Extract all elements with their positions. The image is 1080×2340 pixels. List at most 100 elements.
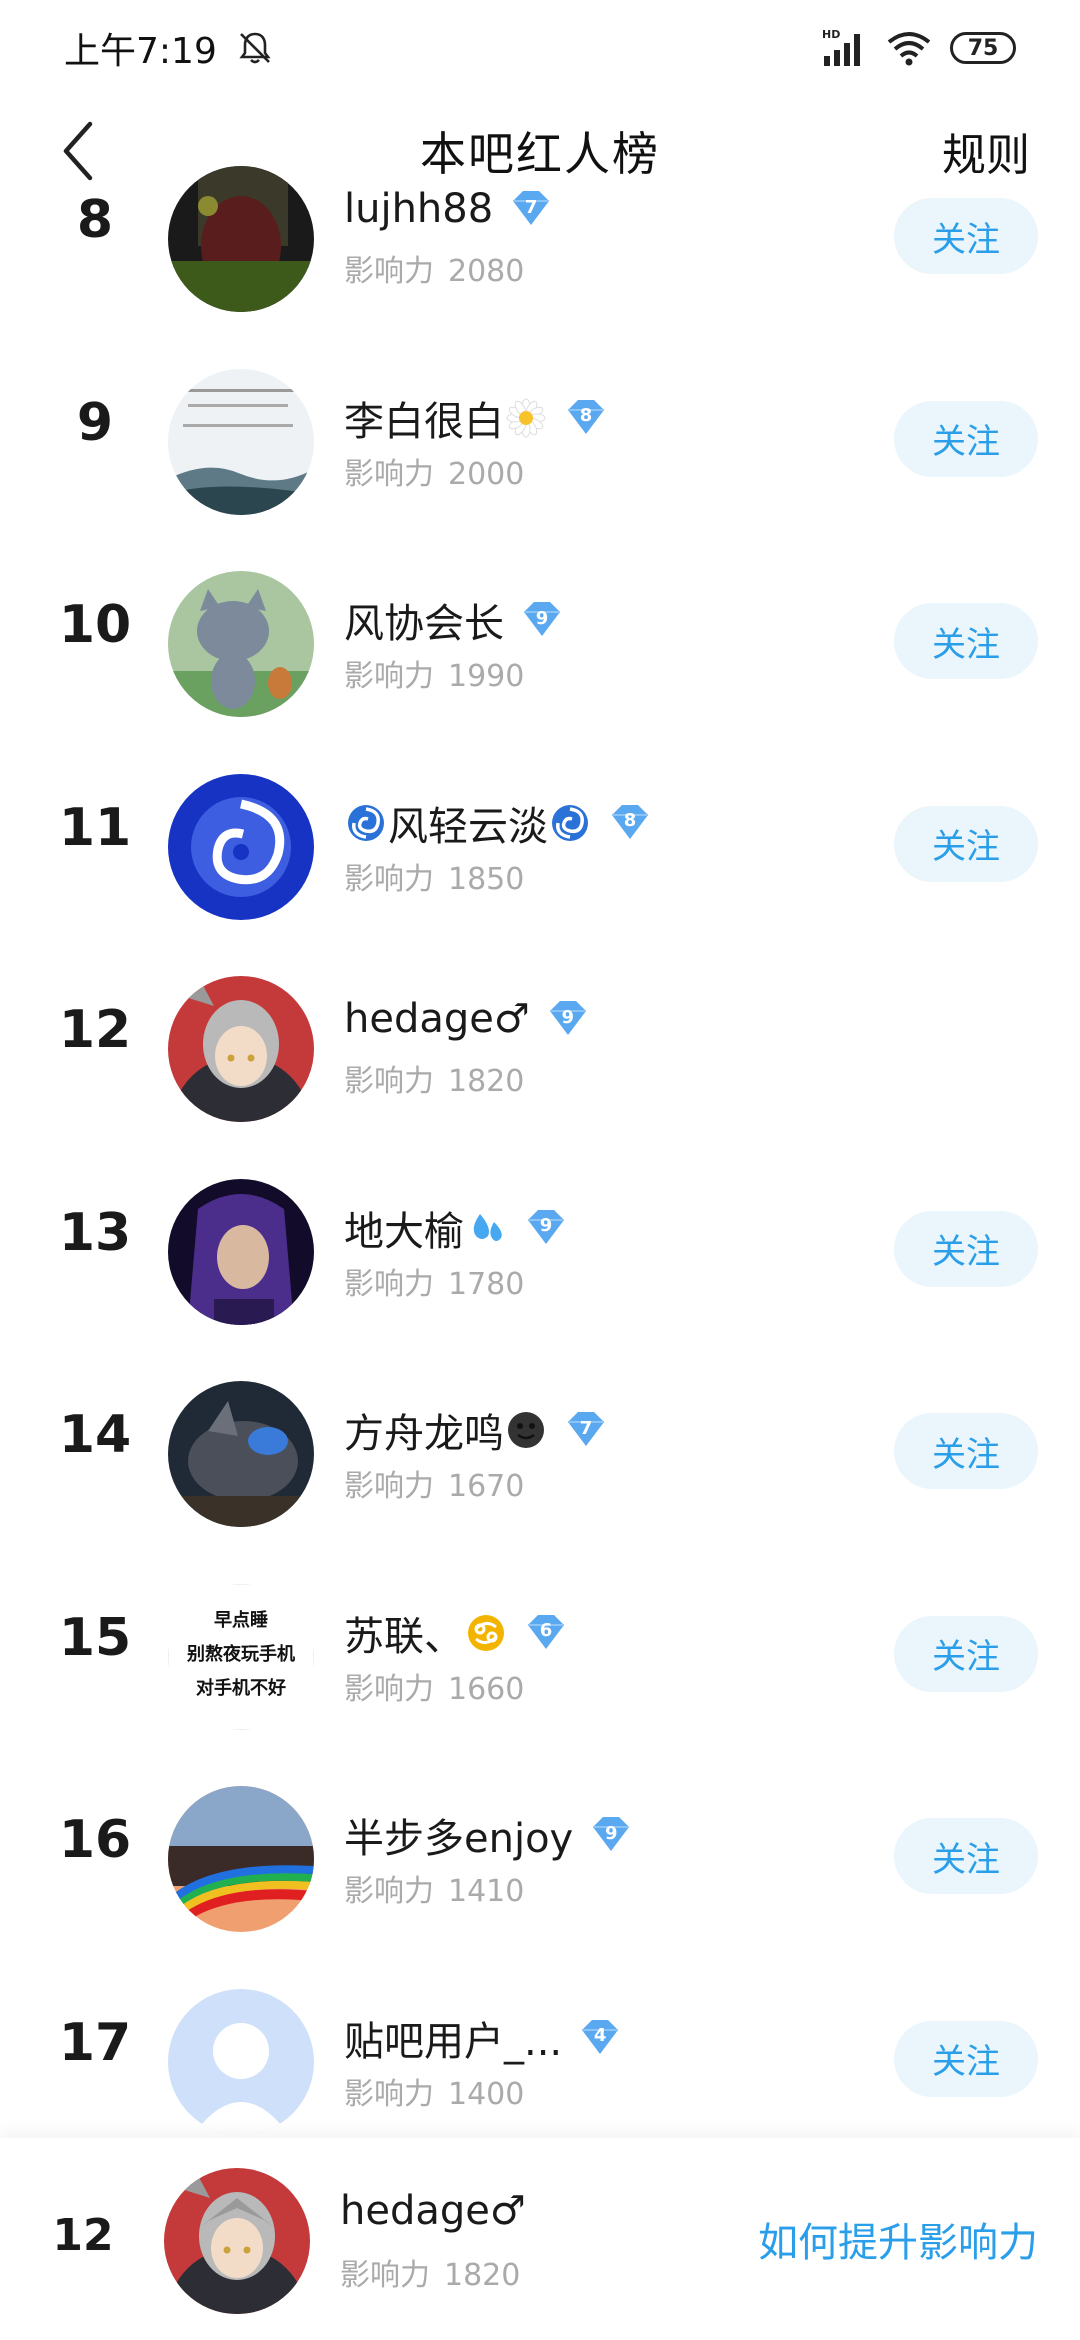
user-avatar[interactable] — [168, 1988, 314, 2135]
wifi-icon — [887, 32, 931, 66]
username-text: 方舟龙鸣 — [344, 1411, 504, 1457]
follow-button[interactable]: 关注 — [894, 1413, 1038, 1489]
level-number: 6 — [539, 1620, 553, 1641]
battery-indicator: 75 — [950, 32, 1016, 64]
follow-button[interactable]: 关注 — [894, 603, 1038, 679]
follow-button[interactable]: 关注 — [894, 1615, 1038, 1692]
influence-score: 影响力 1410 — [344, 1874, 525, 1909]
level-number: 9 — [604, 1822, 618, 1844]
droplets-emoji-icon — [473, 1213, 502, 1241]
avatar-text-line: 别熬夜玩手机 — [186, 1643, 295, 1665]
list-item[interactable]: 16 半步多enjoy 9 影响力 1410 关注 — [0, 1744, 1080, 1944]
list-item[interactable]: 9 李白很白 8 影响力 2000 关注 — [0, 327, 1080, 527]
follow-button[interactable]: 关注 — [894, 1818, 1038, 1894]
level-badge: 7 — [564, 1410, 608, 1450]
list-item[interactable]: 10 风协会长 9 影响力 1990 关注 — [0, 529, 1080, 729]
username-text: 地大榆 — [344, 1208, 464, 1255]
follow-button[interactable]: 关注 — [894, 198, 1038, 274]
list-item[interactable]: 15 早点睡 别熬夜玩手机 对手机不好 苏联、 6 影响力 1660 关注 — [0, 1542, 1080, 1742]
my-rank-number: 12 — [52, 2210, 114, 2261]
level-number: 8 — [623, 810, 637, 831]
influence-score: 影响力 1400 — [344, 2076, 525, 2112]
my-avatar[interactable] — [164, 2168, 310, 2314]
username[interactable]: 地大榆 9 — [344, 1199, 568, 1257]
cyclone-emoji-icon — [348, 804, 384, 841]
rank-number: 14 — [58, 1405, 132, 1465]
daisy-emoji-icon — [506, 398, 546, 437]
list-item[interactable]: 12 hedage♂ 9 影响力 1820 — [0, 934, 1080, 1134]
rank-number: 17 — [58, 2012, 132, 2073]
influence-score: 影响力 1990 — [344, 659, 525, 694]
level-number: 9 — [535, 607, 549, 629]
username-text: 风轻云淡 — [388, 803, 548, 850]
how-to-improve-link[interactable]: 如何提升影响力 — [758, 2210, 1038, 2268]
username-text: 半步多enjoy — [344, 1816, 574, 1862]
my-influence: 影响力 1820 — [340, 2258, 521, 2293]
rank-number: 12 — [58, 1000, 132, 1060]
influence-score: 影响力 1660 — [344, 1671, 525, 1707]
my-username: hedage♂ — [340, 2188, 526, 2234]
level-number: 7 — [579, 1417, 593, 1439]
user-avatar[interactable] — [168, 773, 314, 920]
user-avatar[interactable]: 早点睡别熬夜玩手机 对手机不好 — [168, 1583, 314, 1730]
level-number: 4 — [593, 2025, 607, 2046]
list-item[interactable]: 11 风轻云淡 8 影响力 1850 关注 — [0, 732, 1080, 932]
username[interactable]: 风轻云淡 8 — [344, 794, 652, 852]
user-avatar[interactable] — [168, 1381, 314, 1527]
list-item[interactable]: 14 方舟龙鸣 7 影响力 1670 关注 — [0, 1339, 1080, 1539]
page-title: 本吧红人榜 — [420, 127, 660, 181]
bell-muted-icon — [239, 32, 271, 64]
rank-number: 11 — [58, 797, 132, 858]
username[interactable]: 半步多enjoy 9 — [344, 1806, 633, 1864]
influence-score: 影响力 2080 — [344, 254, 525, 289]
user-avatar[interactable] — [168, 1178, 314, 1325]
influence-score: 影响力 1670 — [344, 1469, 525, 1504]
avatar-text-line: 早点睡 — [214, 1609, 268, 1631]
influence-score: 影响力 1850 — [344, 861, 525, 897]
username[interactable]: 苏联、 6 — [344, 1604, 568, 1662]
follow-button[interactable]: 关注 — [894, 2020, 1038, 2097]
level-number: 9 — [539, 1215, 553, 1236]
nav-bar: 本吧红人榜 规则 — [0, 96, 1080, 206]
rank-number: 16 — [58, 1810, 132, 1870]
username[interactable]: 贴吧用户_... 4 — [344, 2009, 622, 2067]
username-text: 李白很白 — [344, 398, 504, 445]
list-item[interactable]: 13 地大榆 9 影响力 1780 关注 — [0, 1137, 1080, 1337]
follow-button[interactable]: 关注 — [894, 400, 1038, 477]
level-badge: 9 — [524, 1208, 568, 1248]
username[interactable]: 方舟龙鸣 7 — [344, 1401, 608, 1459]
my-rank-bar: 12 hedage♂ 影响力 1820 如何提升影响力 — [0, 2138, 1080, 2340]
username-text: 贴吧用户_... — [344, 2018, 563, 2065]
level-number: 9 — [561, 1006, 574, 1028]
rank-number: 15 — [58, 1607, 132, 1668]
status-bar: 上午7:19 HD 75 — [0, 0, 1080, 96]
user-avatar[interactable] — [168, 1786, 314, 1932]
level-badge: 9 — [520, 600, 564, 640]
follow-button[interactable]: 关注 — [894, 1210, 1038, 1287]
level-badge: 8 — [564, 398, 608, 438]
level-badge: 9 — [589, 1815, 633, 1855]
rules-link[interactable]: 规则 — [942, 119, 1030, 183]
influence-score: 影响力 1780 — [344, 1266, 525, 1302]
user-avatar[interactable] — [168, 571, 314, 717]
user-avatar[interactable] — [168, 368, 314, 515]
status-time: 上午7:19 — [64, 31, 217, 72]
username[interactable]: 李白很白 8 — [344, 389, 608, 447]
username[interactable]: hedage♂ 9 — [344, 996, 590, 1042]
signal-icon: HD — [822, 28, 860, 66]
level-badge: 8 — [608, 803, 652, 843]
back-icon[interactable] — [56, 116, 104, 186]
list-item[interactable]: 17 贴吧用户_... 4 影响力 1400 关注 — [0, 1947, 1080, 2147]
svg-text:HD: HD — [822, 28, 840, 41]
follow-button[interactable]: 关注 — [894, 805, 1038, 882]
level-badge: 9 — [546, 999, 590, 1039]
cancer-sign-emoji-icon — [468, 1614, 504, 1651]
user-avatar[interactable] — [168, 976, 314, 1122]
influence-score: 影响力 1820 — [344, 1064, 525, 1099]
username[interactable]: 风协会长 9 — [344, 591, 564, 649]
avatar-text-line: 对手机不好 — [196, 1677, 286, 1699]
rank-number: 9 — [76, 392, 114, 453]
rank-number: 13 — [58, 1202, 132, 1263]
rank-number: 10 — [58, 595, 132, 655]
level-number: 8 — [579, 405, 593, 426]
